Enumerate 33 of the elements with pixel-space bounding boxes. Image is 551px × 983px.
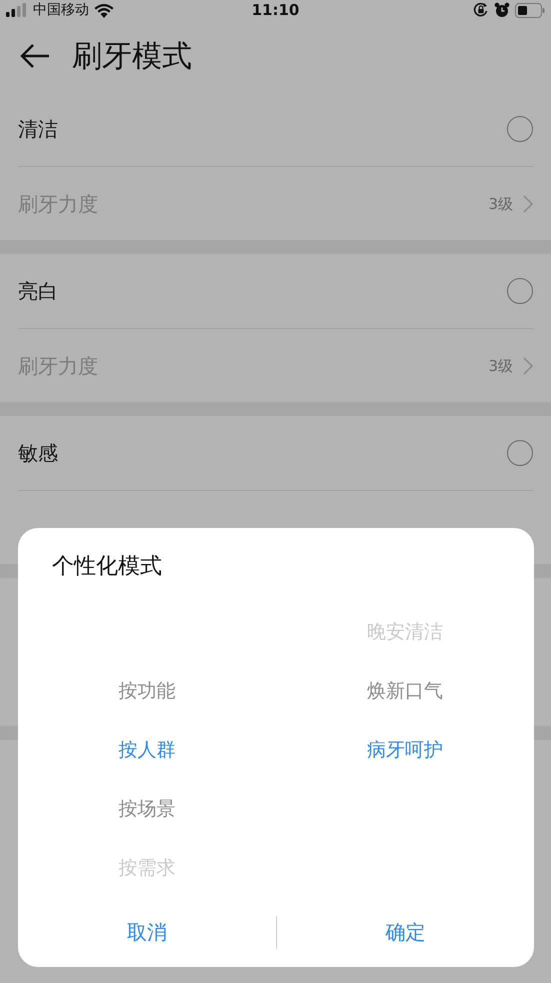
picker-option[interactable]: 焕新口气 [367, 662, 443, 721]
clock-time: 11:10 [252, 1, 300, 19]
chevron-icon [523, 357, 533, 375]
wifi-icon [94, 2, 114, 18]
radio-button[interactable] [507, 440, 533, 466]
confirm-button[interactable]: 确定 [276, 898, 534, 967]
setting-label: 刷牙力度 [18, 352, 99, 380]
picker-option[interactable]: 按功能 [118, 662, 176, 721]
chevron-icon [523, 195, 533, 213]
setting-value: 3级 [488, 194, 513, 214]
mode-row[interactable]: 亮白 [18, 254, 533, 329]
battery-icon [515, 2, 545, 18]
mode-label: 清洁 [18, 116, 59, 142]
page-title: 刷牙模式 [72, 38, 192, 76]
setting-row[interactable]: 刷牙力度 3级 [18, 167, 533, 241]
back-arrow-icon[interactable] [20, 43, 50, 69]
picker-option[interactable]: 按场景 [118, 780, 176, 839]
setting-value: 3级 [488, 356, 513, 376]
mode-label: 敏感 [18, 440, 59, 466]
radio-button[interactable] [507, 116, 533, 142]
carrier-name: 中国移动 [33, 1, 89, 19]
picker-option[interactable]: 按人群 [118, 721, 176, 780]
mode-row[interactable]: 清洁 [18, 92, 533, 167]
dialog-title: 个性化模式 [51, 552, 163, 580]
picker-option[interactable]: 病牙呵护 [367, 721, 443, 780]
mode-label: 亮白 [18, 278, 59, 304]
setting-label: 刷牙力度 [18, 190, 99, 218]
signal-icon [6, 3, 28, 17]
setting-row[interactable]: 刷牙力度 3级 [18, 329, 533, 403]
rotation-lock-icon [473, 2, 489, 18]
mode-row[interactable]: 敏感 [18, 416, 533, 491]
cancel-button[interactable]: 取消 [18, 898, 276, 967]
radio-button[interactable] [507, 278, 533, 304]
